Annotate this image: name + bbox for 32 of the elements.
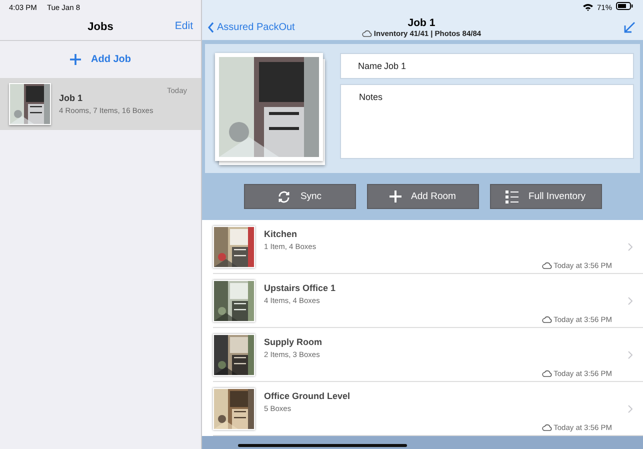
cloud-icon [362, 30, 372, 36]
chevron-icon [628, 404, 633, 412]
action-button[interactable]: Full Inventory [490, 184, 602, 209]
field-label: Name [358, 61, 382, 71]
cloud-icon [542, 262, 552, 269]
job-name: Job 1 [59, 93, 84, 103]
back-chevron-icon [208, 22, 214, 32]
cloud-icon [542, 370, 552, 377]
chevron-icon [628, 296, 633, 304]
notes-field[interactable]: Notes [340, 84, 634, 159]
room-name: Kitchen [264, 228, 298, 238]
list-icon [505, 190, 520, 204]
wifi-icon [582, 3, 593, 11]
chevron-icon [628, 242, 633, 250]
job-title: Job 1 [408, 16, 436, 28]
cloud-icon [542, 316, 552, 323]
action-button[interactable]: Add Room [366, 184, 478, 209]
back-button[interactable]: Assured PackOut [208, 22, 328, 32]
room-name: Office Ground Level [264, 390, 352, 400]
plus-icon [70, 54, 81, 65]
collapse-arrow-icon[interactable] [624, 22, 635, 32]
room-name: Upstairs Office 1 [264, 282, 337, 292]
chevron-icon [628, 350, 633, 358]
room-name: Supply Room [264, 336, 323, 346]
plus-icon [389, 190, 402, 203]
battery-icon [616, 2, 633, 10]
cloud-icon [542, 424, 552, 431]
sync-icon [277, 190, 292, 204]
action-button[interactable]: Sync [244, 184, 356, 209]
edit-button[interactable]: Edit [174, 20, 193, 32]
add-job-button[interactable]: Add Job [70, 54, 131, 65]
sidebar-title: Jobs [88, 21, 114, 33]
